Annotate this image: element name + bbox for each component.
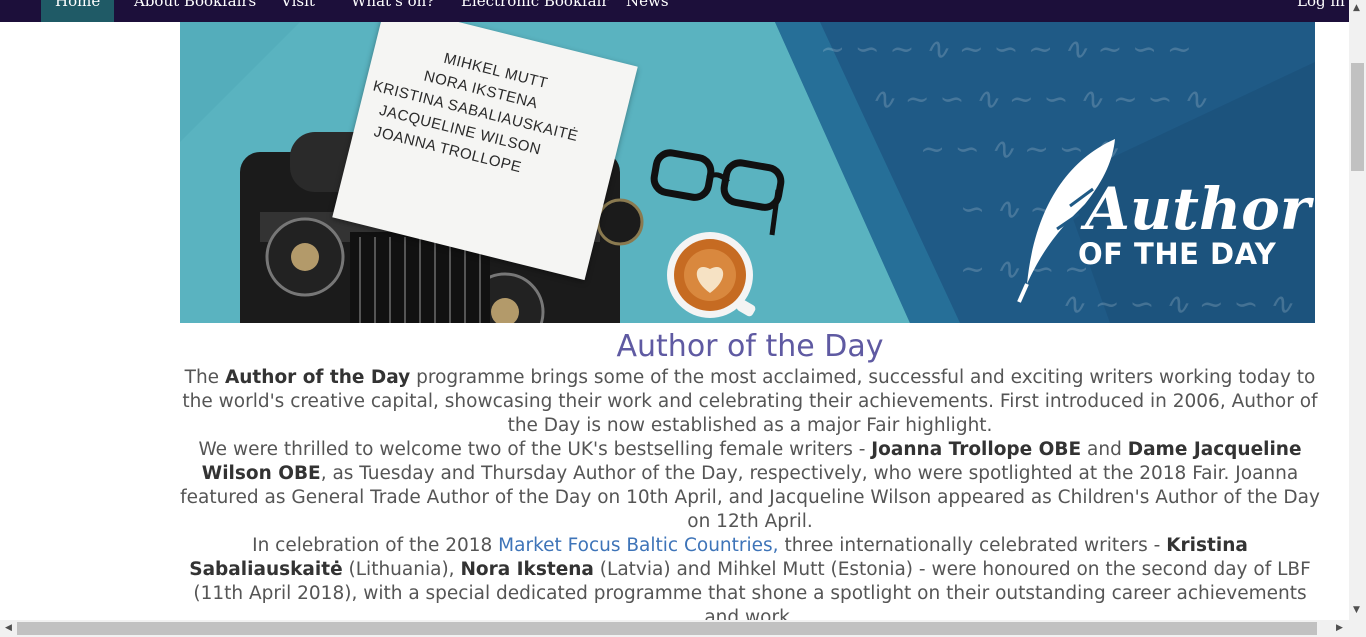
- market-focus-link[interactable]: Market Focus Baltic Countries,: [498, 535, 778, 556]
- nav-item-news[interactable]: News: [626, 0, 669, 22]
- article-content: Author of the Day The Author of the Day …: [180, 328, 1320, 630]
- nav-item-about-bookfairs[interactable]: About Bookfairs: [134, 0, 256, 22]
- nav-item-whats-on[interactable]: What's on?: [351, 0, 434, 22]
- vertical-scrollbar[interactable]: ▲ ▼: [1349, 0, 1366, 637]
- nav-item-visit[interactable]: Visit: [281, 0, 315, 22]
- uk-authors-paragraph: We were thrilled to welcome two of the U…: [180, 439, 1320, 532]
- banner-logo-title: Author: [1085, 175, 1311, 243]
- handwriting-texture: ∿ ~ ∽ ∿ ~ ∽ ∿ ~ ∽ ∿: [870, 82, 1208, 117]
- glasses-illustration: [650, 149, 785, 236]
- coffee-cup-illustration: [667, 232, 756, 318]
- horizontal-scrollbar[interactable]: ◀ ▶: [0, 620, 1349, 637]
- baltic-authors-paragraph: In celebration of the 2018 Market Focus …: [189, 535, 1311, 628]
- intro-paragraph: The Author of the Day programme brings s…: [182, 367, 1318, 436]
- login-link[interactable]: Log in: [1297, 0, 1345, 22]
- banner-logo-subtitle: OF THE DAY: [1078, 237, 1277, 271]
- scroll-right-arrow-icon[interactable]: ▶: [1336, 624, 1343, 633]
- author-of-the-day-banner: ~ ∽ ~ ∿ ~ ∽ ~ ∿ ~ ∽ ~ ∿ ~ ∽ ∿ ~ ∽ ∿ ~ ∽ …: [180, 22, 1315, 323]
- scroll-up-arrow-icon[interactable]: ▲: [1353, 4, 1360, 13]
- horizontal-scroll-thumb[interactable]: [17, 622, 1317, 635]
- nav-item-home[interactable]: Home: [41, 0, 115, 22]
- top-nav: Home About Bookfairs Visit What's on? El…: [0, 0, 1349, 22]
- page-title: Author of the Day: [616, 329, 884, 364]
- handwriting-texture: ~ ∽ ~ ∿ ~ ∽ ~ ∿ ~ ∽ ~: [820, 32, 1192, 67]
- nav-item-electronic-bookfair[interactable]: Electronic Bookfair: [461, 0, 609, 22]
- scroll-left-arrow-icon[interactable]: ◀: [5, 624, 12, 633]
- scroll-down-arrow-icon[interactable]: ▼: [1353, 606, 1360, 615]
- vertical-scroll-thumb[interactable]: [1351, 63, 1364, 171]
